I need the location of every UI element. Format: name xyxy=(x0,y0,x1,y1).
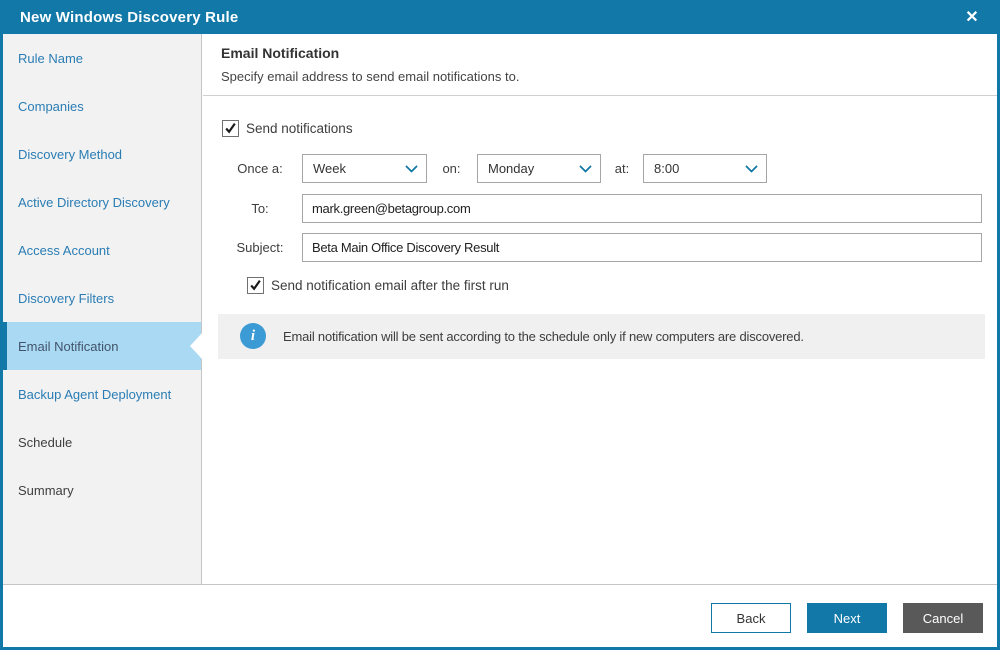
info-icon: i xyxy=(240,323,266,349)
close-icon[interactable]: ✕ xyxy=(958,0,986,34)
checkmark-icon xyxy=(225,122,236,134)
new-windows-discovery-rule-dialog: New Windows Discovery Rule ✕ Rule Name C… xyxy=(0,0,1000,650)
info-text: Email notification will be sent accordin… xyxy=(283,329,804,344)
chevron-down-icon xyxy=(745,159,758,173)
once-a-label: Once a: xyxy=(237,161,283,176)
sidebar-item-active-directory-discovery[interactable]: Active Directory Discovery xyxy=(3,178,201,226)
chevron-down-icon xyxy=(579,159,592,173)
day-value: Monday xyxy=(488,161,535,176)
wizard-steps-sidebar: Rule Name Companies Discovery Method Act… xyxy=(3,34,202,584)
send-notifications-label: Send notifications xyxy=(246,121,353,136)
sidebar-item-backup-agent-deployment[interactable]: Backup Agent Deployment xyxy=(3,370,201,418)
send-notifications-checkbox[interactable] xyxy=(222,120,239,137)
active-step-indicator-bar xyxy=(3,322,7,370)
sidebar-item-schedule: Schedule xyxy=(18,434,73,450)
at-label: at: xyxy=(614,161,630,176)
content-panel: Email Notification Specify email address… xyxy=(203,34,997,584)
window-title: New Windows Discovery Rule xyxy=(20,8,239,26)
sidebar-item-companies[interactable]: Companies xyxy=(3,82,201,130)
content-header: Email Notification Specify email address… xyxy=(203,34,997,96)
sidebar-item-access-account[interactable]: Access Account xyxy=(3,226,201,274)
day-dropdown[interactable]: Monday xyxy=(477,154,601,183)
back-button[interactable]: Back xyxy=(711,603,791,633)
page-subtitle: Specify email address to send email noti… xyxy=(221,69,520,84)
on-label: on: xyxy=(442,161,461,176)
to-input[interactable] xyxy=(302,194,982,223)
info-bar: i Email notification will be sent accord… xyxy=(218,314,985,359)
footer: Back Next Cancel xyxy=(3,584,997,647)
active-step-notch xyxy=(190,333,202,359)
sidebar-item-rule-name[interactable]: Rule Name xyxy=(3,34,201,82)
first-run-notification-label: Send notification email after the first … xyxy=(271,278,509,293)
next-button[interactable]: Next xyxy=(807,603,887,633)
period-value: Week xyxy=(313,161,346,176)
subject-label: Subject: xyxy=(236,240,284,255)
to-label: To: xyxy=(251,201,269,216)
first-run-notification-checkbox[interactable] xyxy=(247,277,264,294)
period-dropdown[interactable]: Week xyxy=(302,154,427,183)
sidebar-item-discovery-filters[interactable]: Discovery Filters xyxy=(3,274,201,322)
page-title: Email Notification xyxy=(221,45,340,61)
time-value: 8:00 xyxy=(654,161,680,176)
subject-input[interactable] xyxy=(302,233,982,262)
checkmark-icon xyxy=(250,279,261,291)
sidebar-item-discovery-method[interactable]: Discovery Method xyxy=(3,130,201,178)
cancel-button[interactable]: Cancel xyxy=(903,603,983,633)
sidebar-item-email-notification[interactable]: Email Notification xyxy=(3,322,202,370)
chevron-down-icon xyxy=(405,159,418,173)
titlebar: New Windows Discovery Rule ✕ xyxy=(3,0,997,34)
time-dropdown[interactable]: 8:00 xyxy=(643,154,767,183)
sidebar-item-summary: Summary xyxy=(18,482,74,498)
